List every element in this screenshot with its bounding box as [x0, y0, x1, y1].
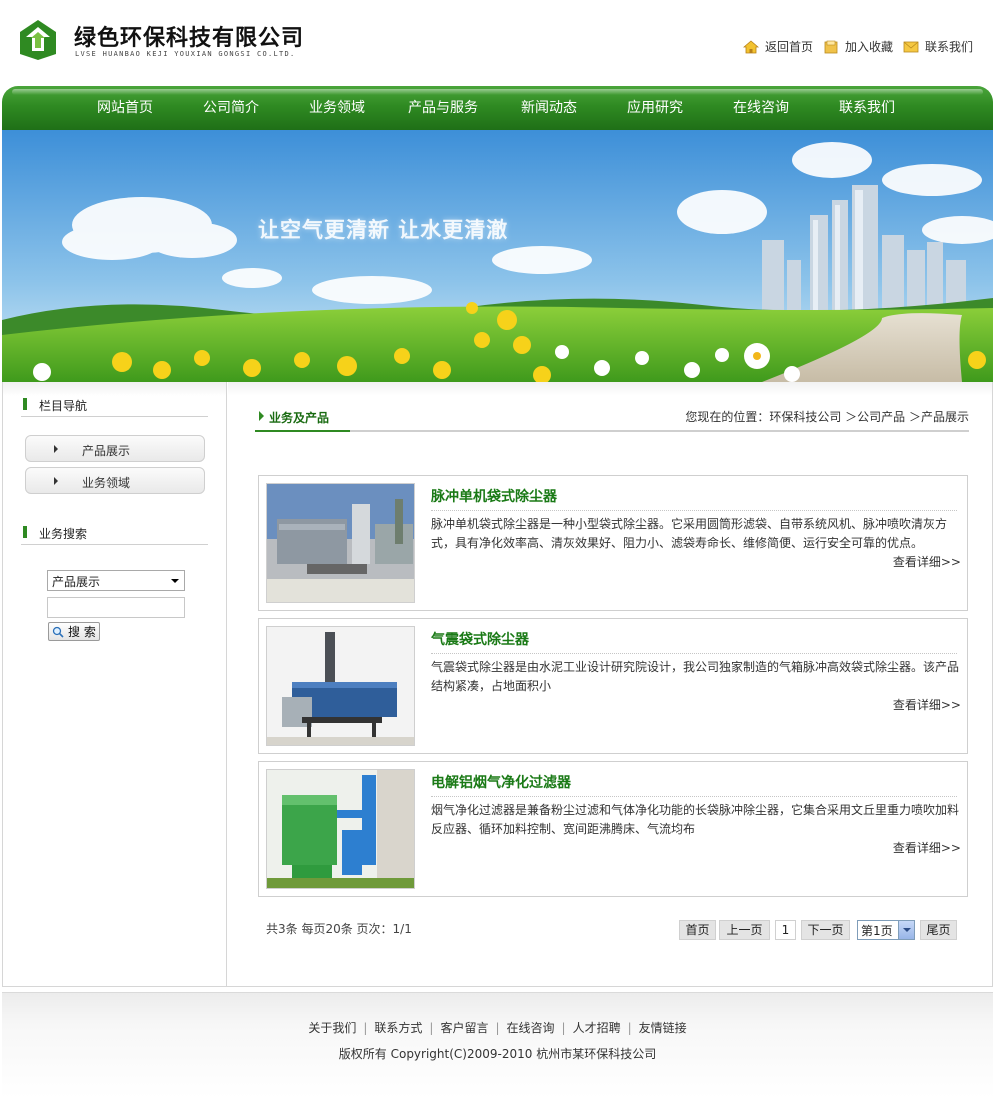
search-icon: [52, 626, 64, 638]
heading-marker: [23, 526, 27, 538]
mail-icon: [903, 41, 919, 52]
product-image[interactable]: [266, 769, 415, 889]
product-title[interactable]: 脉冲单机袋式除尘器: [431, 486, 557, 506]
arrow-right-icon: [54, 477, 58, 485]
pager-prev-button[interactable]: 上一页: [719, 920, 770, 940]
footer: 关于我们 | 联系方式 | 客户留言 | 在线咨询 | 人才招聘 | 友情链接 版权所有 Copyr…: [2, 992, 993, 1099]
footer-link-about[interactable]: 关于我们: [308, 1021, 356, 1035]
content: 业务及产品 您现在的位置：环保科技公司 ＞公司产品 ＞产品展示 脉冲单机袋式除尘…: [228, 382, 992, 986]
nav-item-products[interactable]: 产品与服务: [390, 86, 496, 130]
top-links: 返回首页 加入收藏 联系我们: [742, 38, 973, 55]
contact-link-label: 联系我们: [924, 40, 973, 54]
separator: |: [429, 1021, 434, 1035]
separator: |: [627, 1021, 632, 1035]
pager-current-page[interactable]: 1: [775, 920, 796, 940]
footer-link-friends[interactable]: 友情链接: [639, 1021, 687, 1035]
separator: |: [561, 1021, 566, 1035]
search-category-select[interactable]: 产品展示: [47, 570, 185, 591]
section-header: 业务及产品 您现在的位置：环保科技公司 ＞公司产品 ＞产品展示: [255, 404, 969, 432]
search-category-value: 产品展示: [52, 575, 101, 589]
view-detail-link[interactable]: 查看详细>>: [893, 553, 961, 570]
heading-marker: [23, 398, 27, 410]
nav-item-about[interactable]: 公司简介: [178, 86, 284, 130]
breadcrumb: 您现在的位置：环保科技公司 ＞公司产品 ＞产品展示: [685, 410, 969, 424]
banner-image: [2, 130, 993, 382]
main-area: 栏目导航 产品展示 业务领域 业务搜索 产品展示 搜 索 业务及产品 您现在的位…: [2, 382, 993, 987]
search-button-label: 搜 索: [68, 625, 96, 639]
copyright: 版权所有 Copyright(C)2009-2010 杭州市某环保科技公司: [338, 1047, 657, 1061]
search-button[interactable]: 搜 索: [48, 622, 100, 641]
contact-link[interactable]: 联系我们: [903, 38, 973, 55]
company-logo-icon[interactable]: [16, 18, 60, 62]
product-desc: 脉冲单机袋式除尘器是一种小型袋式除尘器。它采用圆筒形滤袋、自带系统风机、脉冲喷吹…: [431, 517, 948, 550]
sidebar-item-label: 业务领域: [82, 476, 131, 490]
product-image[interactable]: [266, 626, 415, 746]
main-nav: 网站首页 公司简介 业务领域 产品与服务 新闻动态 应用研究 在线咨询 联系我们: [2, 86, 993, 130]
footer-link-consult[interactable]: 在线咨询: [507, 1021, 555, 1035]
sidebar-item-business[interactable]: 业务领域: [25, 467, 205, 494]
footer-link-jobs[interactable]: 人才招聘: [573, 1021, 621, 1035]
divider: [431, 510, 957, 511]
arrow-right-icon: [54, 445, 58, 453]
sidebar-nav-title: 栏目导航: [39, 399, 88, 413]
triangle-icon: [259, 411, 264, 421]
separator: |: [363, 1021, 368, 1035]
sidebar-search-title: 业务搜索: [39, 527, 88, 541]
footer-link-message[interactable]: 客户留言: [440, 1021, 488, 1035]
banner-slogan: 让空气更清新 让水更清澈: [258, 218, 509, 242]
nav-item-research[interactable]: 应用研究: [602, 86, 708, 130]
nav-item-news[interactable]: 新闻动态: [496, 86, 602, 130]
product-desc: 烟气净化过滤器是兼备粉尘过滤和气体净化功能的长袋脉冲除尘器，它集合采用文丘里重力…: [431, 803, 960, 836]
pager-last-button[interactable]: 尾页: [920, 920, 957, 940]
sidebar-nav-heading: 栏目导航: [21, 395, 208, 417]
pager-page-select-value: 第1页: [861, 924, 893, 938]
pager-next-button[interactable]: 下一页: [801, 920, 850, 940]
pager-info: 共3条 每页20条 页次：1/1: [266, 922, 412, 936]
favorite-link[interactable]: 加入收藏: [823, 38, 893, 55]
product-title[interactable]: 电解铝烟气净化过滤器: [431, 772, 571, 792]
pager-page-select[interactable]: 第1页: [857, 920, 915, 940]
nav-item-business[interactable]: 业务领域: [284, 86, 390, 130]
product-title[interactable]: 气震袋式除尘器: [431, 629, 529, 649]
company-name: 绿色环保科技有限公司: [74, 26, 305, 51]
view-detail-link[interactable]: 查看详细>>: [893, 696, 961, 713]
sidebar-item-label: 产品展示: [82, 444, 131, 458]
search-input[interactable]: [47, 597, 185, 618]
footer-links: 关于我们 | 联系方式 | 客户留言 | 在线咨询 | 人才招聘 | 友情链接: [2, 1019, 993, 1036]
section-title-tab: 业务及产品: [255, 404, 350, 432]
nav-item-contact[interactable]: 联系我们: [814, 86, 920, 130]
separator: |: [495, 1021, 500, 1035]
home-link[interactable]: 返回首页: [742, 38, 813, 55]
nav-item-consult[interactable]: 在线咨询: [708, 86, 814, 130]
view-detail-link[interactable]: 查看详细>>: [893, 839, 961, 856]
home-icon: [742, 39, 759, 53]
chevron-down-icon: [171, 579, 179, 583]
product-item: 脉冲单机袋式除尘器 脉冲单机袋式除尘器是一种小型袋式除尘器。它采用圆筒形滤袋、自…: [258, 475, 968, 611]
hero-banner: 让空气更清新 让水更清澈: [2, 130, 993, 382]
sidebar-item-products[interactable]: 产品展示: [25, 435, 205, 462]
page: 绿色环保科技有限公司 LVSE HUANBAO KEJI YOUXIAN GON…: [0, 0, 995, 1099]
nav-item-home[interactable]: 网站首页: [72, 86, 178, 130]
chevron-down-icon: [898, 921, 914, 939]
company-name-en: LVSE HUANBAO KEJI YOUXIAN GONGSI CO.LTD.: [75, 50, 296, 58]
divider: [431, 653, 957, 654]
header: 绿色环保科技有限公司 LVSE HUANBAO KEJI YOUXIAN GON…: [0, 0, 995, 86]
divider: [431, 796, 957, 797]
footer-link-contact[interactable]: 联系方式: [374, 1021, 422, 1035]
product-desc: 气震袋式除尘器是由水泥工业设计研究院设计，我公司独家制造的气箱脉冲高效袋式除尘器…: [431, 660, 960, 693]
product-image[interactable]: [266, 483, 415, 603]
favorite-link-label: 加入收藏: [844, 40, 893, 54]
sidebar: 栏目导航 产品展示 业务领域 业务搜索 产品展示 搜 索: [3, 382, 227, 986]
sidebar-search-heading: 业务搜索: [21, 523, 208, 545]
section-title: 业务及产品: [269, 411, 330, 425]
home-link-label: 返回首页: [764, 40, 813, 54]
folder-icon: [824, 40, 838, 53]
product-item: 气震袋式除尘器 气震袋式除尘器是由水泥工业设计研究院设计，我公司独家制造的气箱脉…: [258, 618, 968, 754]
pager-first-button[interactable]: 首页: [679, 920, 716, 940]
product-item: 电解铝烟气净化过滤器 烟气净化过滤器是兼备粉尘过滤和气体净化功能的长袋脉冲除尘器…: [258, 761, 968, 897]
